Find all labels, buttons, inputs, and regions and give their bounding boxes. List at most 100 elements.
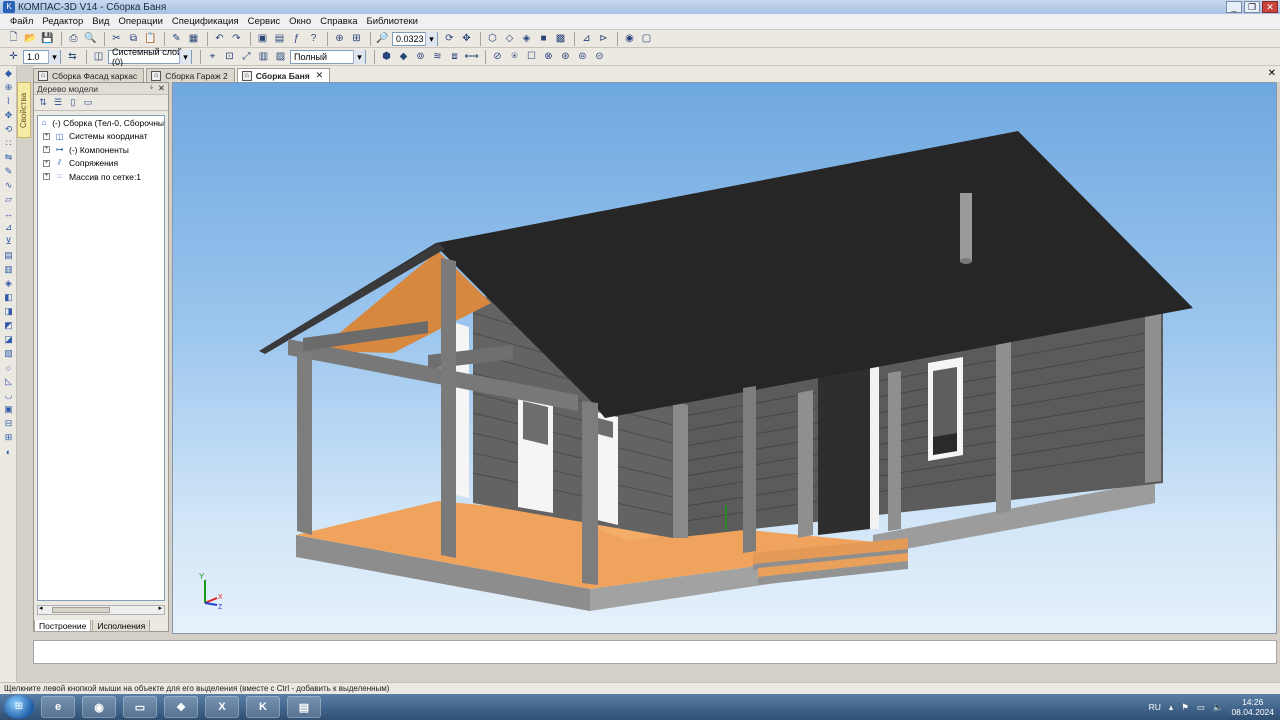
chamfer-icon[interactable]: ◺ <box>2 375 15 388</box>
help-pointer-icon[interactable]: ? <box>306 31 321 46</box>
copy-icon[interactable]: ⧉ <box>126 31 141 46</box>
tab-garage-2[interactable]: ⌂ Сборка Гараж 2 <box>146 68 235 82</box>
scroll-right-icon[interactable]: ▸ <box>158 604 162 612</box>
layer-select[interactable]: Системный слой (0) <box>108 47 192 67</box>
explorer-folder-icon[interactable]: ▭ <box>123 696 157 718</box>
filter-icon[interactable]: ⊚ <box>413 49 428 64</box>
tab-facade-frame[interactable]: ⌂ Сборка Фасад каркас <box>33 68 145 82</box>
notepad-icon[interactable]: ▤ <box>287 696 321 718</box>
tree-split-icon[interactable]: ▯ <box>67 97 79 109</box>
section-icon[interactable]: ⊿ <box>579 31 594 46</box>
snap-icon[interactable]: ✛ <box>6 49 21 64</box>
measure-icon[interactable]: ⊘ <box>490 49 505 64</box>
paste-icon[interactable]: 📋 <box>143 31 158 46</box>
ie-icon[interactable]: e <box>41 696 75 718</box>
tree-horizontal-scrollbar[interactable]: ◂ ▸ <box>37 605 165 615</box>
section-tool-icon[interactable]: ⊟ <box>2 417 15 430</box>
component-icon[interactable]: ⧈ <box>447 49 462 64</box>
rotate-icon[interactable]: ✥ <box>459 31 474 46</box>
mode-icon[interactable]: ▨ <box>273 49 288 64</box>
open-folder-icon[interactable]: 📂 <box>23 31 38 46</box>
menu-libraries[interactable]: Библиотеки <box>367 16 418 27</box>
step-select[interactable]: 1.0 <box>23 49 61 64</box>
tab-construction[interactable]: Построение <box>34 620 92 632</box>
network-icon[interactable]: ▭ <box>1197 702 1205 713</box>
menu-editor[interactable]: Редактор <box>42 16 83 27</box>
flag-icon[interactable]: ⚑ <box>1181 702 1189 713</box>
undo-icon[interactable]: ↶ <box>212 31 227 46</box>
gov-services-icon[interactable]: ❖ <box>164 696 198 718</box>
mates-icon[interactable]: ⌇ <box>2 95 15 108</box>
color-icon[interactable]: ◐ <box>2 445 15 458</box>
tree-structure-icon[interactable]: ☰ <box>52 97 64 109</box>
add-component-icon[interactable]: ⊕ <box>2 81 15 94</box>
new-document-icon[interactable]: 🗋 <box>6 31 21 46</box>
array-icon[interactable]: ∷ <box>2 137 15 150</box>
weld-icon[interactable]: ◨ <box>2 305 15 318</box>
mirror-icon[interactable]: ⇋ <box>2 151 15 164</box>
start-button[interactable]: ⊞ <box>4 695 34 719</box>
spec-tool-icon[interactable]: ▤ <box>2 249 15 262</box>
tray-expand-icon[interactable]: ▴ <box>1169 702 1173 713</box>
shell-icon[interactable]: ▣ <box>2 403 15 416</box>
extra-tool-icon[interactable]: ⊝ <box>592 49 607 64</box>
expand-icon[interactable]: + <box>43 146 50 154</box>
local-cs-icon[interactable]: ⊡ <box>222 49 237 64</box>
zoom-window-icon[interactable]: ⊕ <box>332 31 347 46</box>
mass-icon[interactable]: ⍟ <box>507 49 522 64</box>
hole-icon[interactable]: ○ <box>2 361 15 374</box>
wireframe-icon[interactable]: ◇ <box>502 31 517 46</box>
excel-icon[interactable]: X <box>205 696 239 718</box>
highlight-icon[interactable]: ◉ <box>622 31 637 46</box>
manager-icon[interactable]: ▣ <box>255 31 270 46</box>
view-mode-select[interactable]: Полный <box>290 49 366 64</box>
volume-icon[interactable]: 🔈 <box>1213 702 1224 713</box>
zoom-scale-select[interactable]: 0.0323 <box>392 31 438 46</box>
properties-icon[interactable]: ▢ <box>639 31 654 46</box>
dimension-tool-icon[interactable]: ↔ <box>2 207 15 220</box>
tab-versions[interactable]: Исполнения <box>92 620 151 632</box>
report-icon[interactable]: ▥ <box>2 263 15 276</box>
tree-item-grid-array[interactable]: + ⁙ Массив по сетке:1 <box>38 170 164 184</box>
function-icon[interactable]: ƒ <box>289 31 304 46</box>
filter-tool-icon[interactable]: ⊻ <box>2 235 15 248</box>
save-icon[interactable]: 💾 <box>40 31 55 46</box>
clock[interactable]: 14:26 08.04.2024 <box>1231 697 1274 717</box>
restore-button[interactable]: ❐ <box>1244 1 1260 13</box>
panel-close-icon[interactable]: ✕ <box>158 83 165 94</box>
tab-banya[interactable]: ⌂ Сборка Баня ✕ <box>236 68 331 82</box>
explode-icon[interactable]: ⊞ <box>2 431 15 444</box>
plane-icon[interactable]: ▱ <box>2 193 15 206</box>
command-line[interactable] <box>33 640 1277 664</box>
properties-side-tab[interactable]: Свойства <box>17 82 31 138</box>
hidden-lines-icon[interactable]: ◈ <box>519 31 534 46</box>
preview-icon[interactable]: 🔍 <box>83 31 98 46</box>
menu-help[interactable]: Справка <box>320 16 357 27</box>
sketch-icon[interactable]: ✎ <box>2 165 15 178</box>
print-icon[interactable]: ⎙ <box>66 31 81 46</box>
language-indicator[interactable]: RU <box>1149 702 1161 712</box>
fillet-icon[interactable]: ◡ <box>2 389 15 402</box>
zoom-all-icon[interactable]: ⊞ <box>349 31 364 46</box>
snap-toggle-icon[interactable]: ⇆ <box>65 49 80 64</box>
tree-window-icon[interactable]: ▭ <box>82 97 94 109</box>
part-icon[interactable]: ⬢ <box>379 49 394 64</box>
surface-icon[interactable]: ◆ <box>396 49 411 64</box>
move-icon[interactable]: ✥ <box>2 109 15 122</box>
tree-order-icon[interactable]: ⇅ <box>37 97 49 109</box>
cable-icon[interactable]: ◪ <box>2 333 15 346</box>
kompas-taskbar-icon[interactable]: K <box>246 696 280 718</box>
perspective-icon[interactable]: ⊳ <box>596 31 611 46</box>
edit-assembly-icon[interactable]: ◆ <box>2 67 15 80</box>
sheet-metal-icon[interactable]: ◧ <box>2 291 15 304</box>
menu-operations[interactable]: Операции <box>118 16 162 27</box>
rotate-component-icon[interactable]: ⟲ <box>2 123 15 136</box>
grid-icon[interactable]: ▥ <box>256 49 271 64</box>
orientation-icon[interactable]: ⤢ <box>239 49 254 64</box>
expand-icon[interactable]: + <box>43 132 50 140</box>
scroll-thumb[interactable] <box>52 607 110 613</box>
library-tool-icon[interactable]: ◈ <box>2 277 15 290</box>
layer-icon[interactable]: ◫ <box>91 49 106 64</box>
cut-icon[interactable]: ✂ <box>109 31 124 46</box>
shaded-icon[interactable]: ■ <box>536 31 551 46</box>
